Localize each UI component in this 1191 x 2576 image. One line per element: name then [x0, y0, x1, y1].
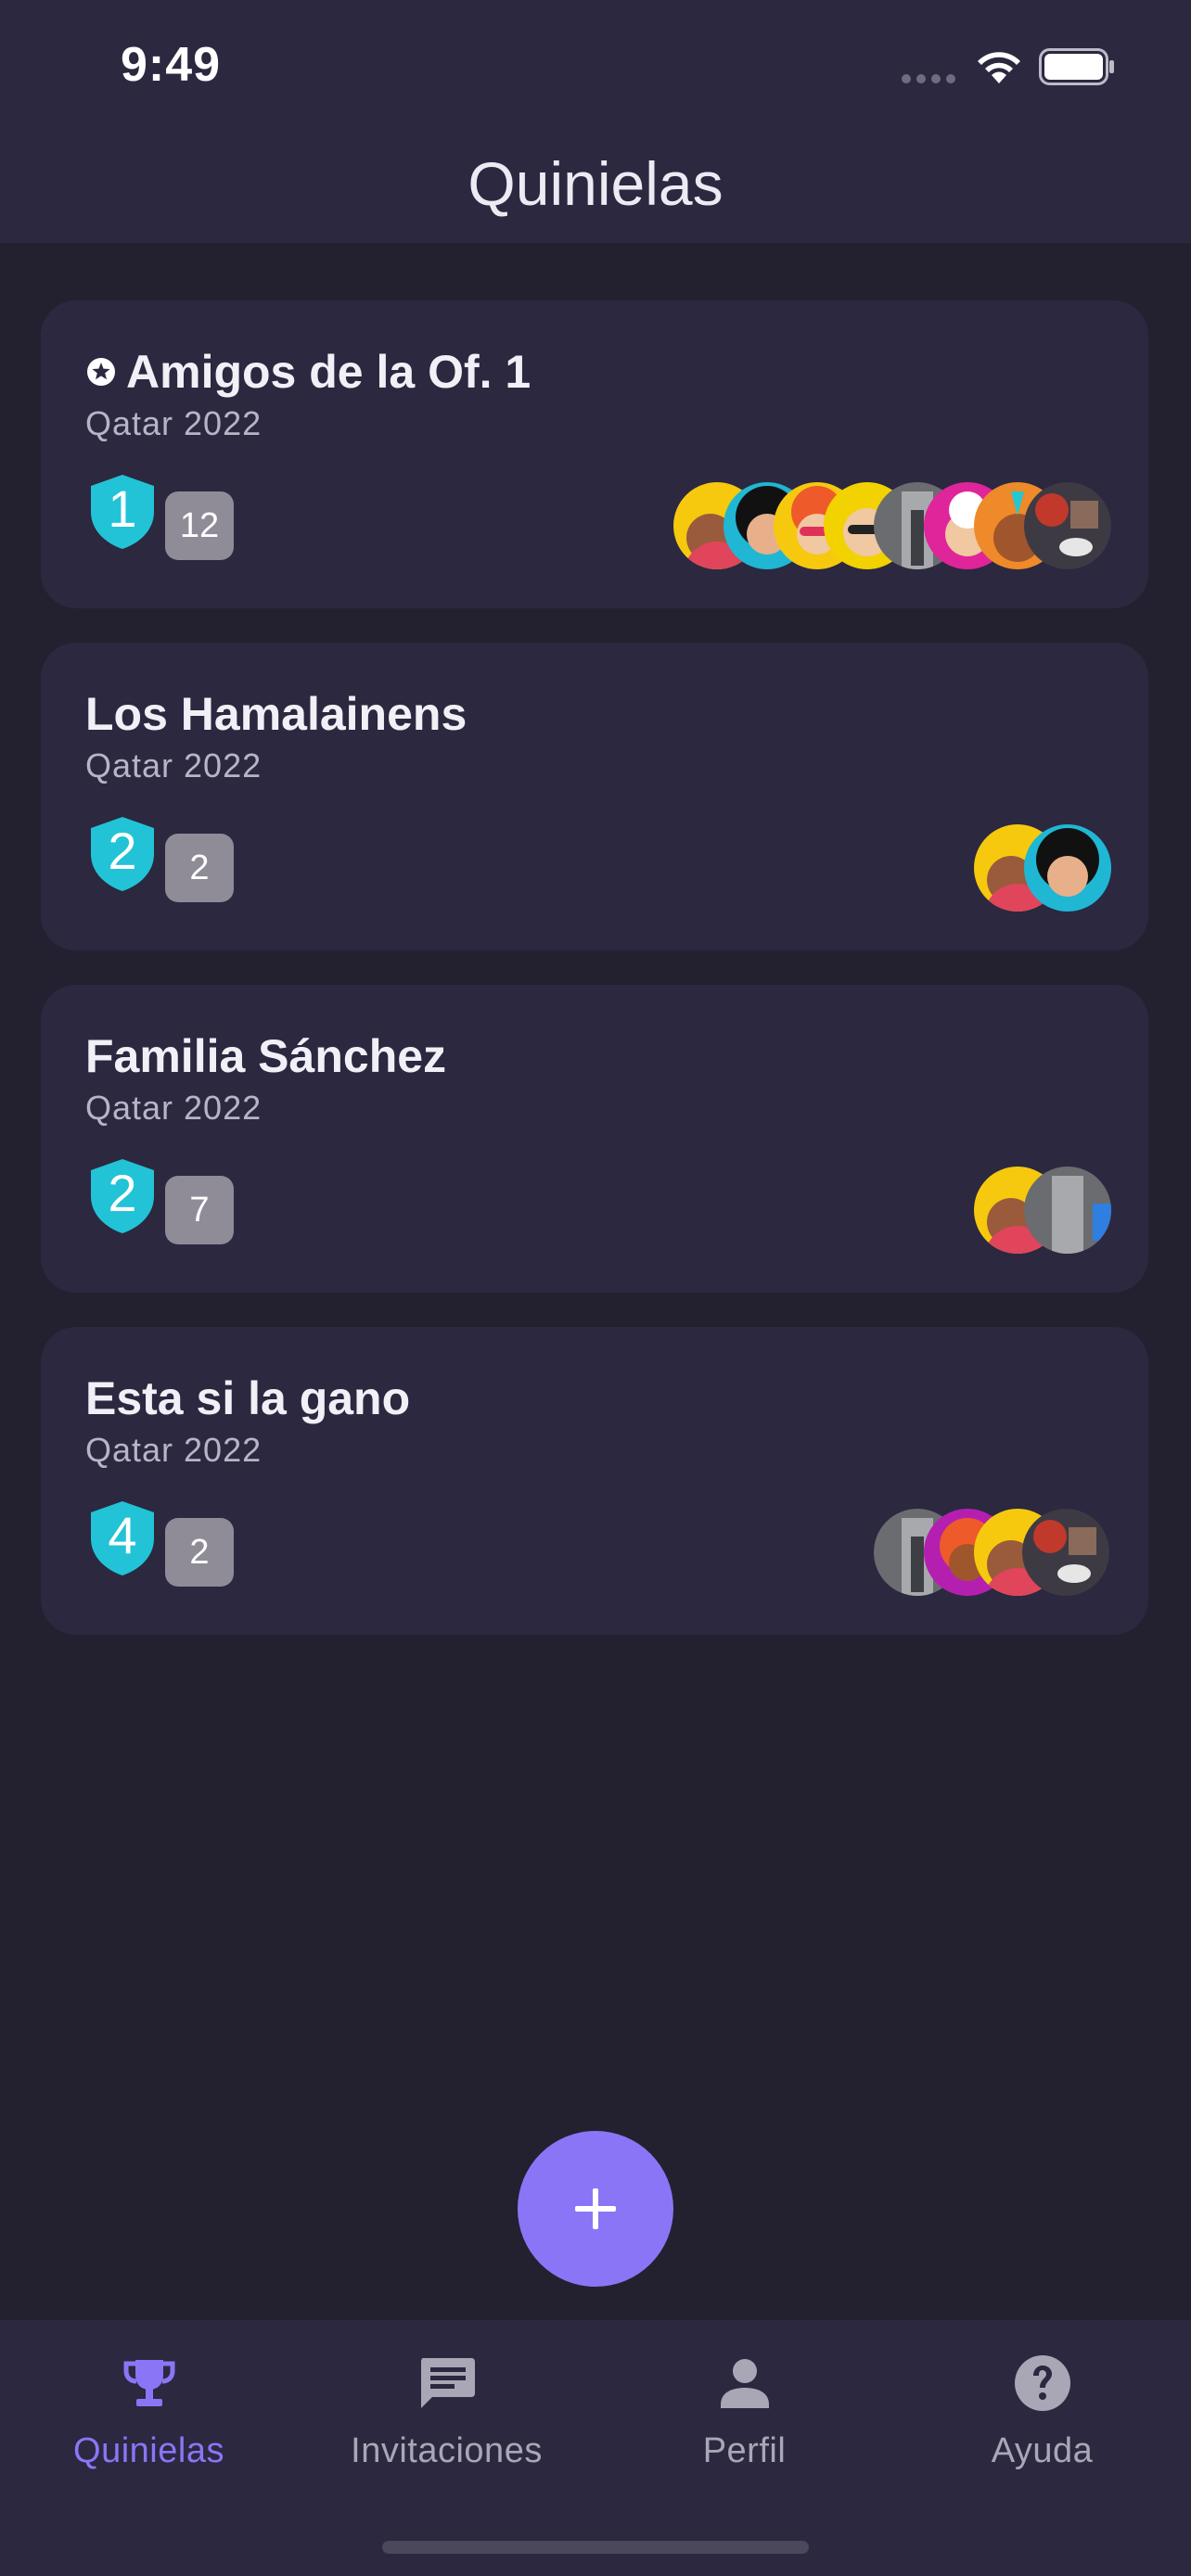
member-avatars [874, 1509, 1109, 1596]
rank-number: 4 [108, 1506, 137, 1564]
group-tournament: Qatar 2022 [85, 746, 263, 784]
member-avatars [974, 1167, 1111, 1254]
member-count-badge: 2 [165, 1518, 234, 1587]
tab-perfil[interactable]: Perfil [596, 2346, 893, 2494]
add-group-button[interactable] [518, 2131, 673, 2287]
member-count-badge: 2 [165, 834, 234, 902]
member-count-badge: 12 [165, 491, 234, 560]
wifi-icon [974, 46, 1024, 90]
group-name: Amigos de la Of. 1 [126, 346, 531, 398]
rank-shield: 2 [89, 815, 156, 893]
group-card[interactable]: Los Hamalainens Qatar 2022 2 2 [41, 643, 1148, 950]
group-card[interactable]: Familia Sánchez Qatar 2022 2 7 [41, 985, 1148, 1293]
cellular-signal-icon [902, 74, 955, 83]
avatar [1024, 482, 1111, 569]
group-card[interactable]: Amigos de la Of. 1 Qatar 2022 1 12 [41, 300, 1148, 608]
group-tournament: Qatar 2022 [85, 1089, 263, 1127]
top-bar: 9:49 Quinielas [0, 0, 1191, 243]
group-name: Familia Sánchez [85, 1030, 447, 1082]
plus-icon [575, 2188, 616, 2229]
tab-invitaciones[interactable]: Invitaciones [298, 2346, 596, 2494]
avatar [1022, 1509, 1109, 1596]
avatar [1024, 1167, 1111, 1254]
person-icon [720, 2359, 769, 2408]
page-title: Quinielas [467, 149, 724, 218]
group-tournament: Qatar 2022 [85, 404, 263, 442]
trophy-icon [123, 2360, 174, 2406]
member-avatars [974, 824, 1111, 912]
tab-label: Invitaciones [351, 2431, 543, 2470]
member-count-badge: 7 [165, 1176, 234, 1244]
rank-shield: 4 [89, 1499, 156, 1577]
avatar [1024, 824, 1111, 912]
help-icon [1014, 2355, 1070, 2411]
tab-label: Perfil [702, 2431, 787, 2470]
rank-shield: 2 [89, 1157, 156, 1235]
group-name: Esta si la gano [85, 1372, 411, 1424]
tab-ayuda[interactable]: Ayuda [893, 2346, 1191, 2494]
home-indicator [382, 2541, 809, 2554]
chat-icon [420, 2358, 475, 2408]
group-card[interactable]: Esta si la gano Qatar 2022 4 2 [41, 1327, 1148, 1635]
rank-shield: 1 [89, 473, 156, 551]
status-time: 9:49 [121, 38, 222, 92]
member-avatars [673, 482, 1111, 569]
tab-label: Ayuda [991, 2431, 1094, 2470]
rank-number: 1 [108, 479, 137, 538]
rank-number: 2 [108, 1164, 137, 1222]
group-tournament: Qatar 2022 [85, 1431, 263, 1469]
group-name: Los Hamalainens [85, 688, 467, 740]
bottom-tab-bar: Quinielas Invitaciones Perfil Ayuda [0, 2320, 1191, 2576]
battery-icon [1039, 48, 1115, 90]
star-badge-icon [87, 358, 115, 386]
tab-label: Quinielas [73, 2431, 224, 2470]
tab-quinielas[interactable]: Quinielas [0, 2346, 298, 2494]
rank-number: 2 [108, 822, 137, 880]
